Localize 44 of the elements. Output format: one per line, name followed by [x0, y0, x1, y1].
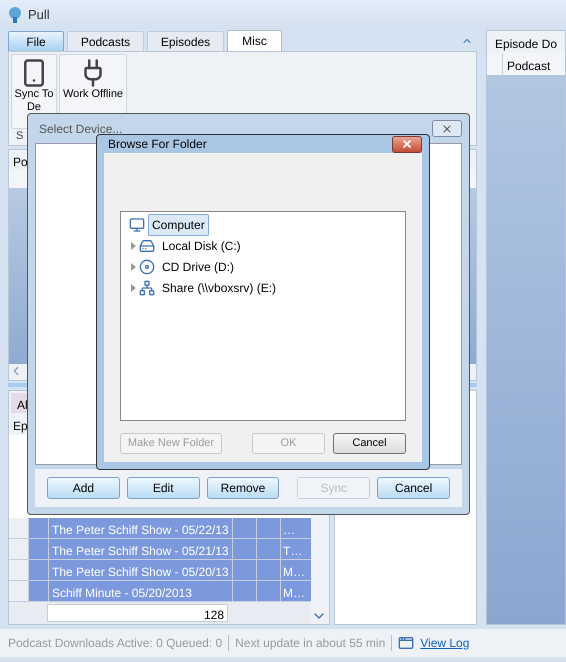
table-cell-text: …: [282, 522, 296, 538]
table-cell-text: M…: [282, 564, 305, 580]
app-icon: [8, 6, 22, 24]
collapsed-arrow-icon[interactable]: [131, 242, 136, 250]
tree-item[interactable]: Computer: [148, 214, 209, 236]
collapsed-arrow-icon[interactable]: [131, 262, 136, 270]
ribbon-tab[interactable]: Episodes: [147, 31, 224, 51]
table-cell-text: M…: [282, 585, 305, 601]
computer-icon: [129, 216, 145, 232]
close-icon: [401, 138, 413, 150]
view-log-link[interactable]: View Log: [420, 634, 470, 652]
table-cell: Schiff Minute - 05/20/2013: [49, 581, 233, 601]
panel-title: Episode Do: [494, 36, 558, 53]
tree-item[interactable]: Share (\\vboxsrv) (E:): [158, 276, 280, 298]
close-button[interactable]: [432, 120, 462, 137]
tree-item[interactable]: Local Disk (C:): [158, 234, 245, 256]
dialog-button[interactable]: Cancel: [377, 477, 450, 499]
count-cell: 128: [47, 604, 228, 622]
panel-header: Po: [12, 154, 29, 170]
ribbon-tab[interactable]: File: [8, 31, 64, 51]
ribbon-tab[interactable]: Misc: [227, 30, 282, 51]
status-text: Podcast Downloads Active: 0 Queued: 0: [8, 635, 222, 652]
ribbon-tab[interactable]: Podcasts: [67, 31, 144, 51]
close-icon: [441, 122, 453, 134]
network-drive-icon: [139, 280, 155, 296]
tree-item[interactable]: CD Drive (D:): [158, 256, 238, 278]
table-cell: The Peter Schiff Show - 05/22/13: [49, 518, 233, 538]
column-header: Podcast: [506, 58, 552, 75]
table-cell-text: T…: [282, 543, 304, 559]
table-cell: The Peter Schiff Show - 05/20/13: [49, 560, 233, 580]
table-cell: The Peter Schiff Show - 05/21/13: [49, 539, 233, 559]
dialog-title: Browse For Folder: [107, 136, 207, 153]
hard-drive-icon: [139, 238, 155, 254]
window-title: Pull: [28, 6, 50, 24]
disc-drive-icon: [139, 258, 155, 274]
dialog-button[interactable]: Remove: [206, 477, 280, 499]
ribbon-group-label: S: [15, 130, 24, 142]
close-button[interactable]: [392, 136, 422, 152]
dialog-button[interactable]: Cancel: [333, 433, 406, 454]
dialog-button[interactable]: Add: [47, 477, 120, 499]
dialog-button[interactable]: Edit: [126, 477, 200, 499]
panel-header: Ep: [12, 418, 29, 435]
status-text: Next update in about 55 min: [235, 635, 386, 652]
collapsed-arrow-icon[interactable]: [131, 284, 136, 292]
